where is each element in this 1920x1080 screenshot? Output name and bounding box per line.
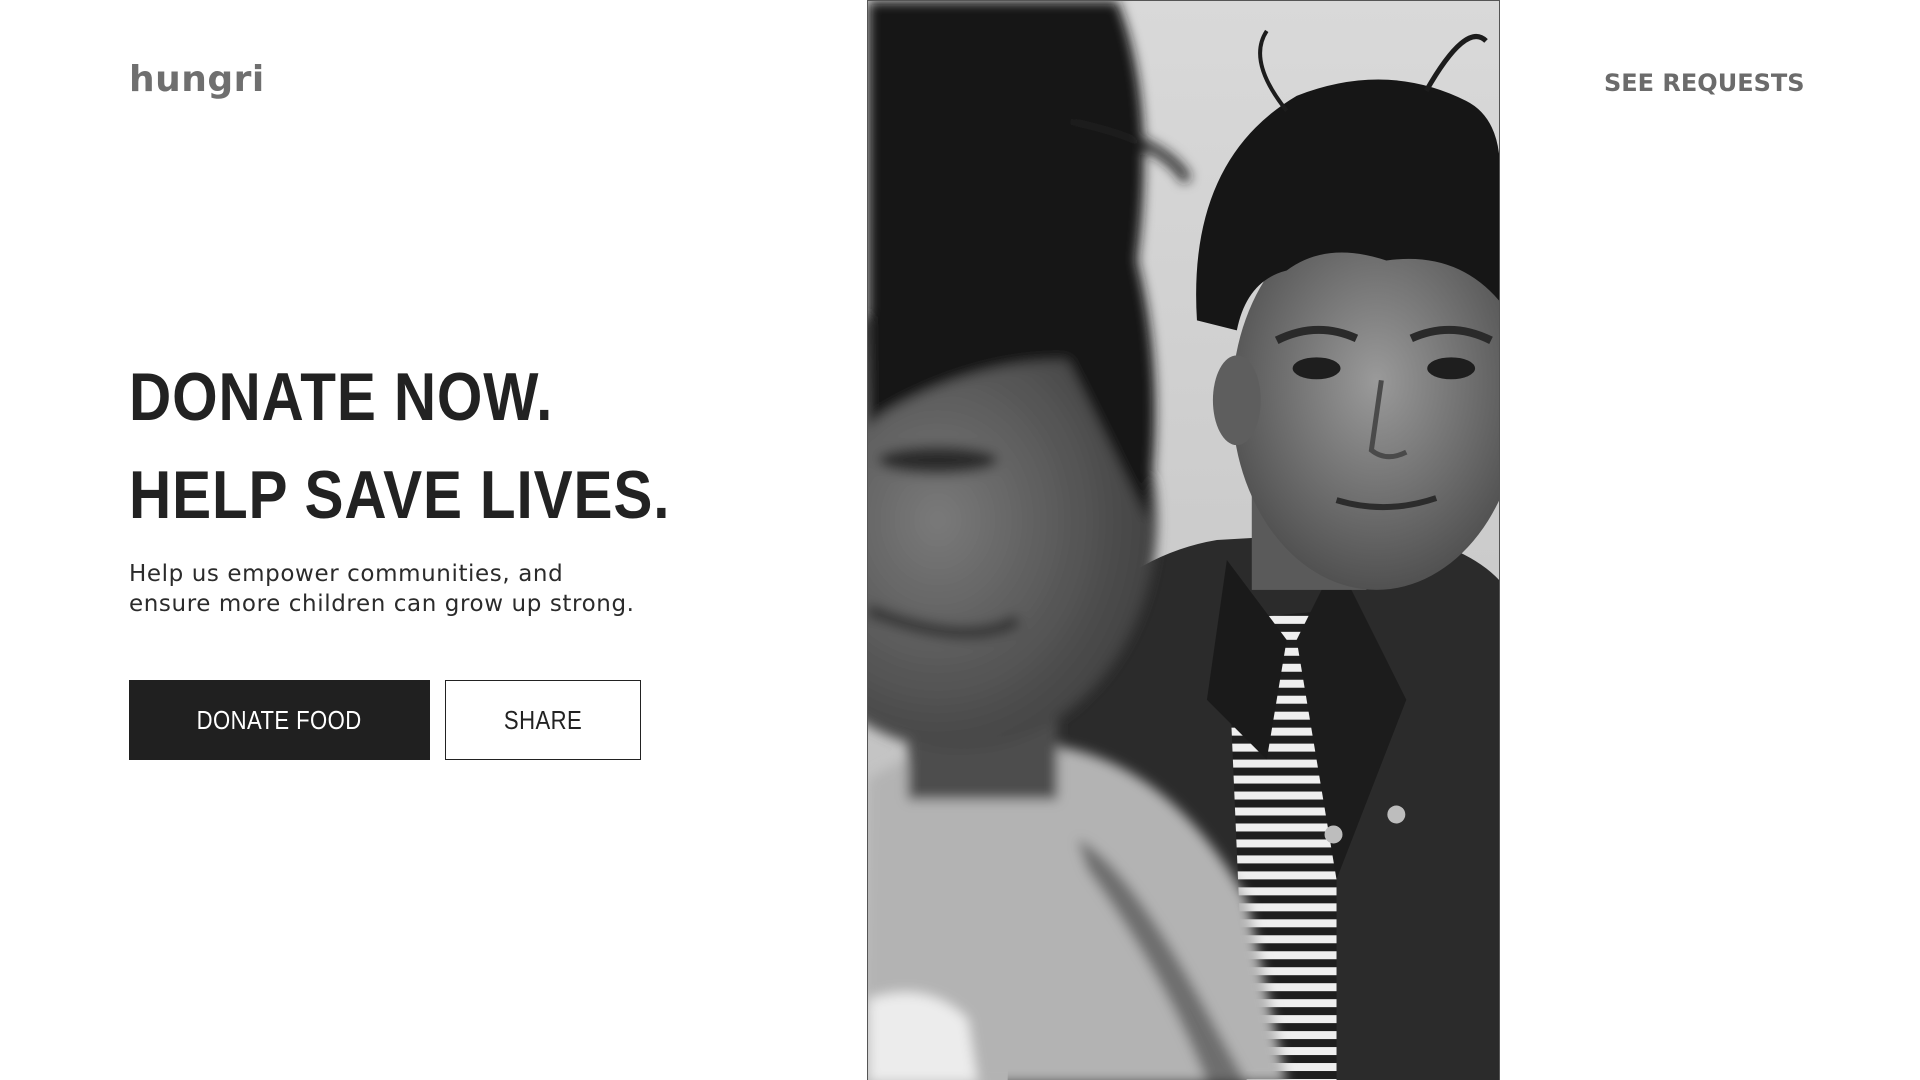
donate-food-button[interactable]: DONATE FOOD	[129, 680, 430, 760]
children-photo-illustration	[868, 1, 1499, 1080]
hero-subtext: Help us empower communities, and ensure …	[129, 561, 635, 617]
donate-food-button-label: DONATE FOOD	[196, 704, 363, 735]
share-button[interactable]: SHARE	[445, 680, 641, 760]
headline-line-2: HELP SAVE LIVES.	[129, 457, 671, 533]
hero-headline-block: DONATE NOW. HELP SAVE LIVES.	[129, 348, 689, 544]
see-requests-link[interactable]: SEE REQUESTS	[1604, 71, 1805, 95]
headline-line-1: DONATE NOW.	[129, 359, 554, 435]
hero-photo	[867, 0, 1500, 1080]
share-button-label: SHARE	[503, 704, 583, 735]
hero-headline: DONATE NOW. HELP SAVE LIVES.	[129, 348, 671, 544]
brand-logo[interactable]: hungri	[129, 62, 265, 98]
